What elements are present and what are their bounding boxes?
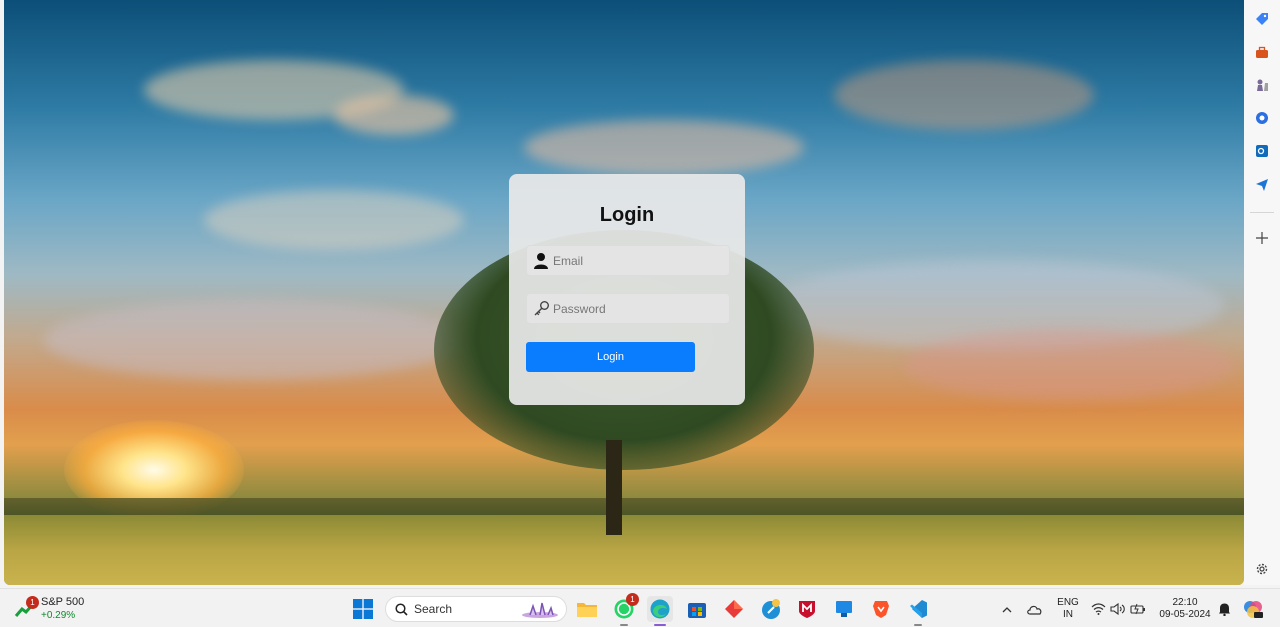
page-viewport: Login Login bbox=[4, 0, 1244, 585]
send-icon[interactable] bbox=[1252, 175, 1272, 195]
plus-icon[interactable] bbox=[1252, 228, 1272, 248]
background-tree-trunk bbox=[606, 440, 622, 535]
windows-start-icon[interactable] bbox=[350, 596, 376, 622]
login-button[interactable]: Login bbox=[526, 342, 695, 372]
copilot-icon[interactable] bbox=[1252, 108, 1272, 128]
email-input[interactable] bbox=[553, 246, 729, 275]
password-input[interactable] bbox=[553, 294, 729, 323]
tag-icon[interactable] bbox=[1252, 9, 1272, 29]
whatsapp-badge: 1 bbox=[626, 593, 639, 606]
skype-like-app-icon[interactable] bbox=[758, 596, 784, 622]
language-line2: IN bbox=[1063, 609, 1073, 620]
blue-app-icon[interactable] bbox=[831, 596, 857, 622]
brave-browser-icon[interactable] bbox=[868, 596, 894, 622]
copilot-taskbar-icon[interactable] bbox=[1240, 596, 1266, 622]
stock-chart-icon: 1 bbox=[14, 596, 39, 620]
gear-icon[interactable] bbox=[1252, 559, 1272, 579]
microsoft-store-icon[interactable] bbox=[684, 596, 710, 622]
onedrive-icon[interactable] bbox=[1023, 596, 1047, 622]
edge-sidebar bbox=[1244, 0, 1280, 585]
background-cloud bbox=[204, 190, 464, 250]
sidebar-divider bbox=[1250, 212, 1274, 213]
battery-icon[interactable] bbox=[1128, 596, 1148, 622]
notification-badge: 1 bbox=[26, 596, 39, 609]
clock[interactable]: 22:10 09-05-2024 bbox=[1155, 597, 1215, 621]
chevron-up-icon[interactable] bbox=[996, 596, 1018, 622]
active-indicator bbox=[654, 624, 666, 626]
search-highlight-icon bbox=[520, 601, 560, 619]
edge-browser-icon[interactable] bbox=[647, 596, 673, 626]
volume-icon[interactable] bbox=[1108, 596, 1126, 622]
search-placeholder: Search bbox=[414, 602, 453, 616]
user-icon bbox=[529, 246, 553, 275]
stock-widget[interactable]: 1 S&P 500 +0.29% bbox=[14, 594, 84, 624]
clock-date: 09-05-2024 bbox=[1159, 609, 1211, 620]
background-cloud bbox=[904, 330, 1234, 400]
background-cloud bbox=[44, 300, 464, 380]
outlook-icon[interactable] bbox=[1252, 141, 1272, 161]
key-icon bbox=[529, 294, 553, 323]
notification-bell-icon[interactable] bbox=[1214, 596, 1234, 622]
background-field bbox=[4, 515, 1244, 585]
vscode-icon[interactable] bbox=[905, 596, 931, 626]
taskbar-search[interactable]: Search bbox=[385, 596, 567, 622]
red-diamond-app-icon[interactable] bbox=[721, 596, 747, 622]
stock-change: +0.29% bbox=[41, 610, 76, 621]
background-cloud bbox=[334, 95, 454, 135]
login-card: Login Login bbox=[509, 174, 745, 405]
running-indicator bbox=[914, 624, 922, 626]
login-title: Login bbox=[599, 204, 655, 226]
background-horizon bbox=[4, 498, 1244, 516]
mcafee-icon[interactable] bbox=[794, 596, 820, 622]
language-line1: ENG bbox=[1057, 597, 1079, 608]
wifi-icon[interactable] bbox=[1089, 596, 1107, 622]
background-cloud bbox=[524, 120, 804, 175]
chess-icon[interactable] bbox=[1252, 75, 1272, 95]
whatsapp-icon[interactable]: 1 bbox=[611, 593, 639, 626]
taskbar: 1 S&P 500 +0.29% Search 1 ENG IN 22:10 0… bbox=[0, 588, 1280, 627]
toolbox-icon[interactable] bbox=[1252, 42, 1272, 62]
search-icon bbox=[395, 602, 408, 616]
language-indicator[interactable]: ENG IN bbox=[1054, 597, 1082, 621]
clock-time: 22:10 bbox=[1172, 597, 1198, 608]
stock-name: S&P 500 bbox=[41, 596, 85, 608]
password-field[interactable] bbox=[526, 293, 730, 324]
background-cloud bbox=[834, 60, 1094, 130]
email-field[interactable] bbox=[526, 245, 730, 276]
running-indicator bbox=[620, 624, 628, 626]
file-explorer-icon[interactable] bbox=[574, 596, 600, 622]
